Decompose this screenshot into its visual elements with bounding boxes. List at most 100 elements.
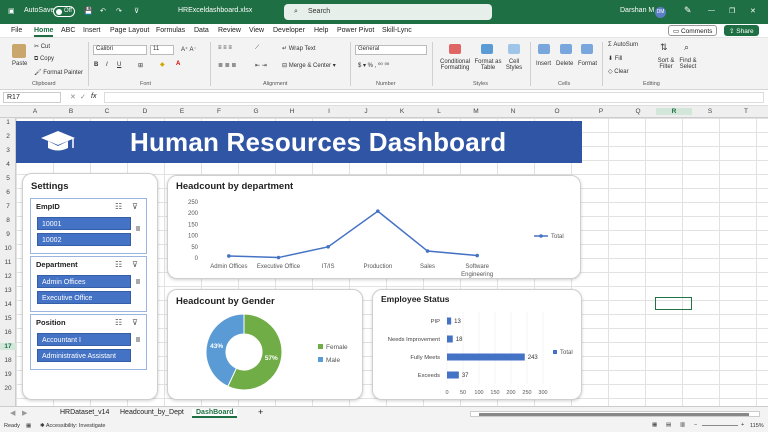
fill-color-icon[interactable]: ◆: [160, 61, 165, 68]
menu-data[interactable]: Data: [194, 27, 209, 34]
menu-power-pivot[interactable]: Power Pivot: [337, 27, 374, 34]
paste-button[interactable]: Paste: [12, 61, 27, 67]
autosum-button[interactable]: Σ AutoSum: [608, 42, 638, 48]
font-name-select[interactable]: Calibri: [93, 45, 147, 55]
slicer-item[interactable]: Admin Offices: [37, 275, 131, 288]
column-header-e[interactable]: E: [164, 108, 200, 115]
prev-sheet-icon[interactable]: ◀: [10, 409, 15, 417]
row-header[interactable]: 14: [0, 301, 16, 308]
status-chart-card[interactable]: Employee Status 0 50 100 150 200 250 300 PIP 13 N…: [372, 289, 582, 400]
menu-page-layout[interactable]: Page Layout: [110, 27, 149, 34]
cell-styles-icon[interactable]: [508, 44, 520, 54]
grow-font-icon[interactable]: A⁺ A⁻: [181, 46, 197, 53]
slicer-item[interactable]: Accountant I: [37, 333, 131, 346]
slicer-scrollbar[interactable]: [136, 337, 140, 342]
slicer-item[interactable]: 10001: [37, 217, 131, 230]
menu-view[interactable]: View: [249, 27, 264, 34]
format-as-table-button[interactable]: Format as Table: [474, 59, 502, 71]
menu-developer[interactable]: Developer: [273, 27, 305, 34]
macro-icon[interactable]: ▦: [26, 423, 31, 429]
restore-icon[interactable]: ❐: [729, 7, 735, 15]
multi-select-icon[interactable]: ☷: [115, 318, 122, 327]
menu-review[interactable]: Review: [218, 27, 241, 34]
cut-button[interactable]: ✂ Cut: [34, 43, 50, 50]
row-header[interactable]: 12: [0, 273, 16, 280]
comments-button[interactable]: ▭ Comments: [668, 25, 718, 36]
insert-cells-button[interactable]: Insert: [536, 61, 551, 67]
column-header-i[interactable]: I: [310, 108, 348, 115]
menu-skill-lync[interactable]: Skill-Lync: [382, 27, 412, 34]
formula-input[interactable]: [104, 92, 764, 103]
clear-button[interactable]: ◇ Clear: [608, 68, 629, 75]
insert-cells-icon[interactable]: [538, 44, 550, 54]
menu-abc[interactable]: ABC: [61, 27, 75, 34]
sort-filter-button[interactable]: Sort & Filter: [655, 58, 677, 70]
cell-styles-button[interactable]: Cell Styles: [503, 59, 525, 71]
row-header[interactable]: 7: [0, 203, 16, 210]
column-header-f[interactable]: F: [200, 108, 238, 115]
menu-help[interactable]: Help: [314, 27, 328, 34]
row-header[interactable]: 11: [0, 259, 16, 266]
search-input[interactable]: ⌕ Search: [284, 4, 492, 20]
find-select-button[interactable]: Find & Select: [677, 58, 699, 70]
pen-icon[interactable]: ✎: [684, 5, 692, 16]
wrap-text-button[interactable]: ↵ Wrap Text: [282, 45, 316, 52]
column-header-d[interactable]: D: [126, 108, 164, 115]
multi-select-icon[interactable]: ☷: [115, 260, 122, 269]
close-icon[interactable]: ✕: [750, 7, 756, 15]
column-header-b[interactable]: B: [54, 108, 88, 115]
row-header[interactable]: 6: [0, 189, 16, 196]
menu-home[interactable]: Home: [34, 27, 54, 37]
copy-button[interactable]: ⧉ Copy: [34, 56, 54, 63]
font-size-select[interactable]: 11: [150, 45, 174, 55]
column-header-o[interactable]: O: [532, 108, 582, 115]
redo-icon[interactable]: ↷: [116, 7, 122, 15]
multi-select-icon[interactable]: ☷: [115, 202, 122, 211]
row-header[interactable]: 4: [0, 161, 16, 168]
column-header-n[interactable]: N: [494, 108, 532, 115]
format-painter-button[interactable]: 🖌 Format Painter: [34, 69, 83, 76]
number-format-select[interactable]: General: [355, 45, 427, 55]
column-header-a[interactable]: A: [16, 108, 54, 115]
underline-icon[interactable]: U: [117, 62, 121, 68]
name-box[interactable]: R17: [3, 92, 61, 103]
minimize-icon[interactable]: —: [708, 7, 715, 14]
slicer-item[interactable]: Executive Office: [37, 291, 131, 304]
merge-center-button[interactable]: ⊟ Merge & Center ▾: [282, 62, 336, 69]
row-header[interactable]: 18: [0, 357, 16, 364]
slicer-item[interactable]: 10002: [37, 233, 131, 246]
zoom-level[interactable]: 115%: [750, 423, 764, 429]
cancel-icon[interactable]: ✕: [70, 93, 76, 101]
autosave-toggle[interactable]: Off: [53, 6, 75, 17]
paste-icon[interactable]: [12, 44, 26, 58]
bold-icon[interactable]: B: [94, 62, 98, 68]
slicer-scrollbar[interactable]: [136, 226, 140, 231]
row-header[interactable]: 1: [0, 119, 16, 126]
next-sheet-icon[interactable]: ▶: [22, 409, 27, 417]
slicer-scrollbar[interactable]: [136, 279, 140, 284]
slicer-position[interactable]: Position ☷ ⊽ Accountant I Administrative…: [30, 314, 147, 370]
row-header[interactable]: 13: [0, 287, 16, 294]
sheet-tab-headcount[interactable]: Headcount_by_Dept: [120, 409, 184, 416]
menu-insert[interactable]: Insert: [83, 27, 101, 34]
format-cells-button[interactable]: Format: [578, 61, 597, 67]
slicer-department[interactable]: Department ☷ ⊽ Admin Offices Executive O…: [30, 256, 147, 312]
slicer-item[interactable]: Administrative Assistant: [37, 349, 131, 362]
borders-icon[interactable]: ⊞: [138, 62, 143, 69]
sort-filter-icon[interactable]: ⇅: [660, 42, 668, 53]
enter-icon[interactable]: ✓: [80, 93, 86, 101]
format-as-table-icon[interactable]: [481, 44, 493, 54]
horizontal-scrollbar[interactable]: [470, 411, 760, 417]
row-header[interactable]: 8: [0, 217, 16, 224]
column-header-p[interactable]: P: [582, 108, 620, 115]
column-header-l[interactable]: L: [420, 108, 458, 115]
find-icon[interactable]: ⌕: [684, 42, 689, 53]
row-header[interactable]: 5: [0, 175, 16, 182]
row-header[interactable]: 16: [0, 329, 16, 336]
menu-formulas[interactable]: Formulas: [156, 27, 185, 34]
delete-cells-button[interactable]: Delete: [556, 61, 573, 67]
sheet-tab-dashboard[interactable]: DashBoard: [192, 409, 238, 418]
save-icon[interactable]: 💾: [84, 7, 93, 15]
add-sheet-icon[interactable]: +: [258, 407, 263, 417]
clear-filter-icon[interactable]: ⊽: [132, 202, 138, 211]
